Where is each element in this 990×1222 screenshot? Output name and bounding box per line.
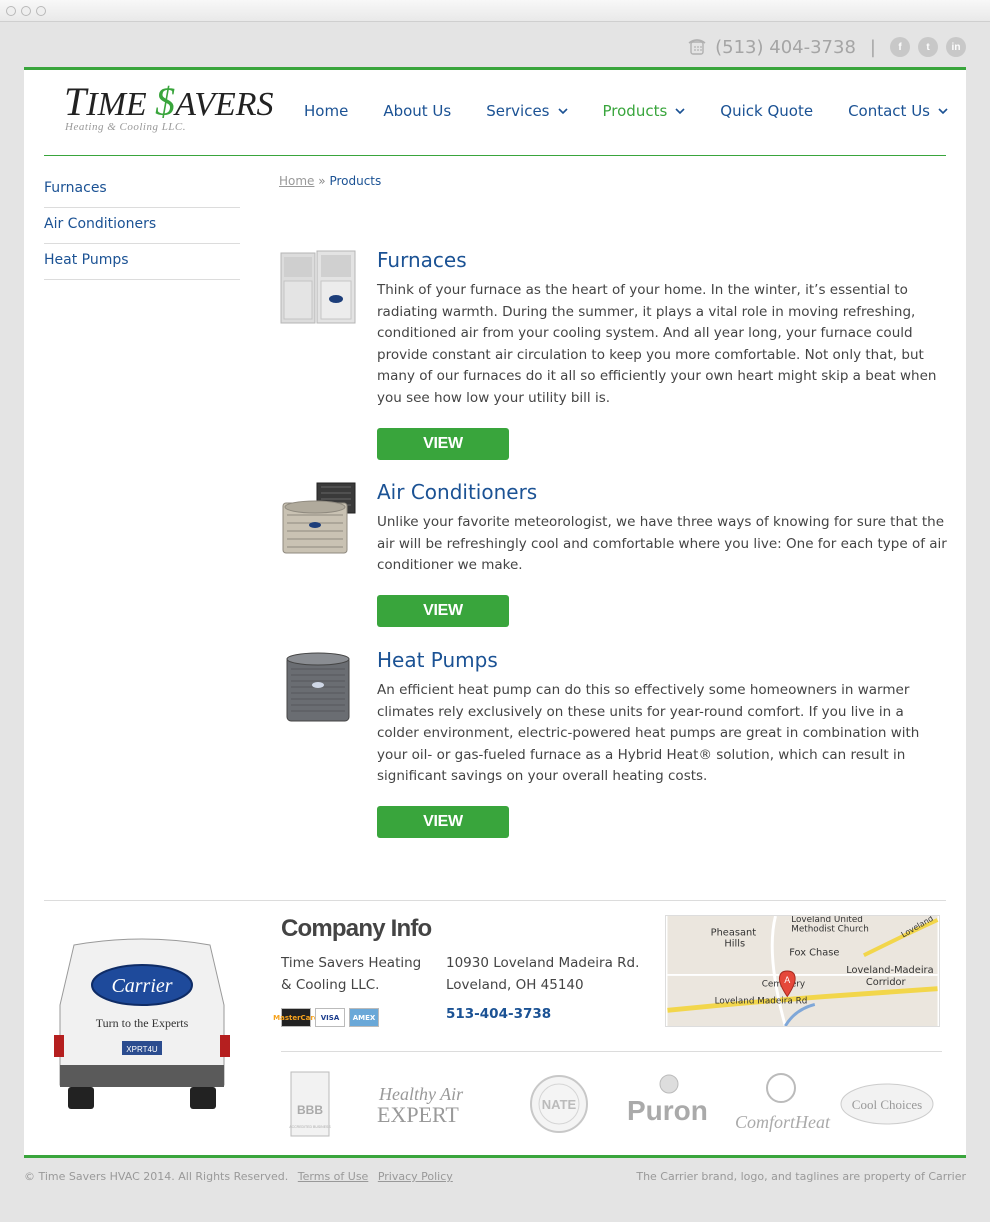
svg-text:Cool Choices: Cool Choices — [852, 1097, 922, 1112]
furnace-image — [280, 250, 356, 324]
map-label: Fox Chase — [789, 947, 839, 958]
svg-text:NATE: NATE — [542, 1097, 577, 1112]
page-container: TIME $AVERS Heating & Cooling LLC. Home … — [24, 67, 966, 1158]
payment-cards: MasterCard VISA AMEX — [273, 1008, 379, 1027]
company-info-title: Company Info — [281, 915, 432, 942]
breadcrumb-home[interactable]: Home — [279, 174, 314, 188]
chevron-down-icon — [675, 108, 685, 115]
facebook-icon[interactable]: f — [890, 37, 910, 57]
site-footer: © Time Savers HVAC 2014. All Rights Rese… — [24, 1170, 966, 1183]
sidebar-item-air-conditioners[interactable]: Air Conditioners — [44, 208, 240, 244]
product-description: Unlike your favorite meteorologist, we h… — [377, 514, 947, 574]
heat-pump-image — [286, 652, 350, 722]
chevron-down-icon — [557, 108, 568, 115]
chevron-down-icon — [938, 108, 948, 115]
view-product-button[interactable]: VIEW PRODUCT — [377, 805, 509, 862]
air-conditioner-image — [282, 482, 356, 554]
svg-text:ComfortHeat: ComfortHeat — [735, 1112, 831, 1132]
sidebar-item-heat-pumps[interactable]: Heat Pumps — [44, 244, 240, 280]
van-brand: Carrier — [111, 975, 172, 997]
logo-subtitle: Heating & Cooling LLC. — [65, 121, 187, 133]
address-line-2: Loveland, OH 45140 — [446, 976, 584, 993]
comfortheat-badge: ComfortHeat — [735, 1073, 831, 1132]
top-contact-bar: (513) 404-3738 | f t in — [687, 34, 966, 60]
twitter-icon[interactable]: t — [918, 37, 938, 57]
company-address: 10930 Loveland Madeira Rd. Loveland, OH … — [446, 953, 666, 996]
window-close-icon[interactable] — [6, 6, 16, 16]
terms-link[interactable]: Terms of Use — [298, 1170, 369, 1183]
footer-phone-link[interactable]: 513-404-3738 — [446, 1006, 551, 1022]
product-title[interactable]: Air Conditioners — [377, 479, 947, 505]
nate-badge: NATE — [530, 1075, 588, 1133]
nav-contact-us[interactable]: Contact Us — [848, 102, 948, 120]
address-line-1: 10930 Loveland Madeira Rd. — [446, 955, 640, 971]
van-plate: XPRT4U — [126, 1045, 158, 1054]
nav-services[interactable]: Services — [486, 102, 568, 120]
window-titlebar — [0, 0, 990, 22]
location-map[interactable]: Loveland United Methodist Church Pheasan… — [665, 915, 940, 1027]
logo-title: TIME $AVERS — [64, 79, 274, 124]
badges-divider — [281, 1051, 942, 1052]
map-label: Loveland-Madeira — [846, 965, 933, 976]
nav-home[interactable]: Home — [304, 102, 348, 120]
privacy-link[interactable]: Privacy Policy — [378, 1170, 453, 1183]
breadcrumb-current: Products — [329, 174, 382, 188]
svg-text:Healthy Air: Healthy Air — [378, 1084, 464, 1104]
nav-quick-quote[interactable]: Quick Quote — [720, 102, 813, 120]
copyright: © Time Savers HVAC 2014. All Rights Rese… — [24, 1170, 289, 1183]
linkedin-icon[interactable]: in — [946, 37, 966, 57]
product-title[interactable]: Heat Pumps — [377, 647, 947, 673]
header-separator: | — [869, 36, 876, 58]
healthy-air-expert-badge: Healthy Air EXPERT — [377, 1084, 464, 1127]
product-description: An efficient heat pump can do this so ef… — [377, 682, 920, 785]
carrier-van-image: Carrier Turn to the Experts XPRT4U — [54, 938, 230, 1109]
svg-text:Puron: Puron — [627, 1095, 708, 1126]
map-label: Methodist Church — [791, 925, 869, 935]
svg-text:EXPERT: EXPERT — [377, 1102, 459, 1127]
header-phone[interactable]: (513) 404-3738 — [715, 37, 856, 58]
window-maximize-icon[interactable] — [36, 6, 46, 16]
nav-about-us[interactable]: About Us — [383, 102, 451, 120]
visa-icon: VISA — [315, 1008, 345, 1027]
breadcrumb: Home » Products — [279, 174, 381, 188]
company-name: Time Savers Heating & Cooling LLC. — [281, 955, 422, 993]
main-nav: Home About Us Services Products Quick Qu… — [269, 102, 948, 120]
map-marker: A — [784, 976, 790, 986]
map-label: Loveland United — [791, 915, 863, 925]
amex-icon: AMEX — [349, 1008, 379, 1027]
product-description: Think of your furnace as the heart of yo… — [377, 282, 937, 406]
breadcrumb-separator: » — [318, 174, 326, 188]
view-product-button[interactable]: VIEW PRODUCT — [377, 594, 509, 651]
cool-choices-badge: Cool Choices — [840, 1083, 934, 1125]
svg-text:BBB: BBB — [297, 1103, 323, 1117]
site-logo[interactable]: TIME $AVERS Heating & Cooling LLC. — [64, 79, 274, 133]
bbb-badge: BBB ACCREDITED BUSINESS — [289, 1071, 331, 1137]
carrier-note: The Carrier brand, logo, and taglines ar… — [636, 1170, 966, 1183]
map-label: Pheasant — [711, 928, 757, 939]
map-label: Corridor — [866, 977, 907, 988]
certification-badges: BBB ACCREDITED BUSINESS Healthy Air EXPE… — [289, 1071, 934, 1137]
nav-products[interactable]: Products — [603, 102, 686, 120]
phone-icon — [688, 39, 706, 55]
window-minimize-icon[interactable] — [21, 6, 31, 16]
puron-badge: Puron — [627, 1074, 708, 1126]
map-label: Loveland Madeira Rd — [715, 996, 808, 1006]
van-tagline: Turn to the Experts — [96, 1016, 189, 1030]
header-divider — [44, 155, 946, 156]
footer-divider — [44, 900, 946, 901]
svg-text:ACCREDITED BUSINESS: ACCREDITED BUSINESS — [289, 1125, 331, 1129]
mastercard-icon: MasterCard — [273, 1008, 319, 1027]
view-product-button[interactable]: VIEW PRODUCT — [377, 427, 509, 484]
sidebar-item-furnaces[interactable]: Furnaces — [44, 172, 240, 208]
map-label: Hills — [724, 938, 745, 949]
sidebar: Furnaces Air Conditioners Heat Pumps — [44, 172, 240, 280]
product-title[interactable]: Furnaces — [377, 247, 947, 273]
